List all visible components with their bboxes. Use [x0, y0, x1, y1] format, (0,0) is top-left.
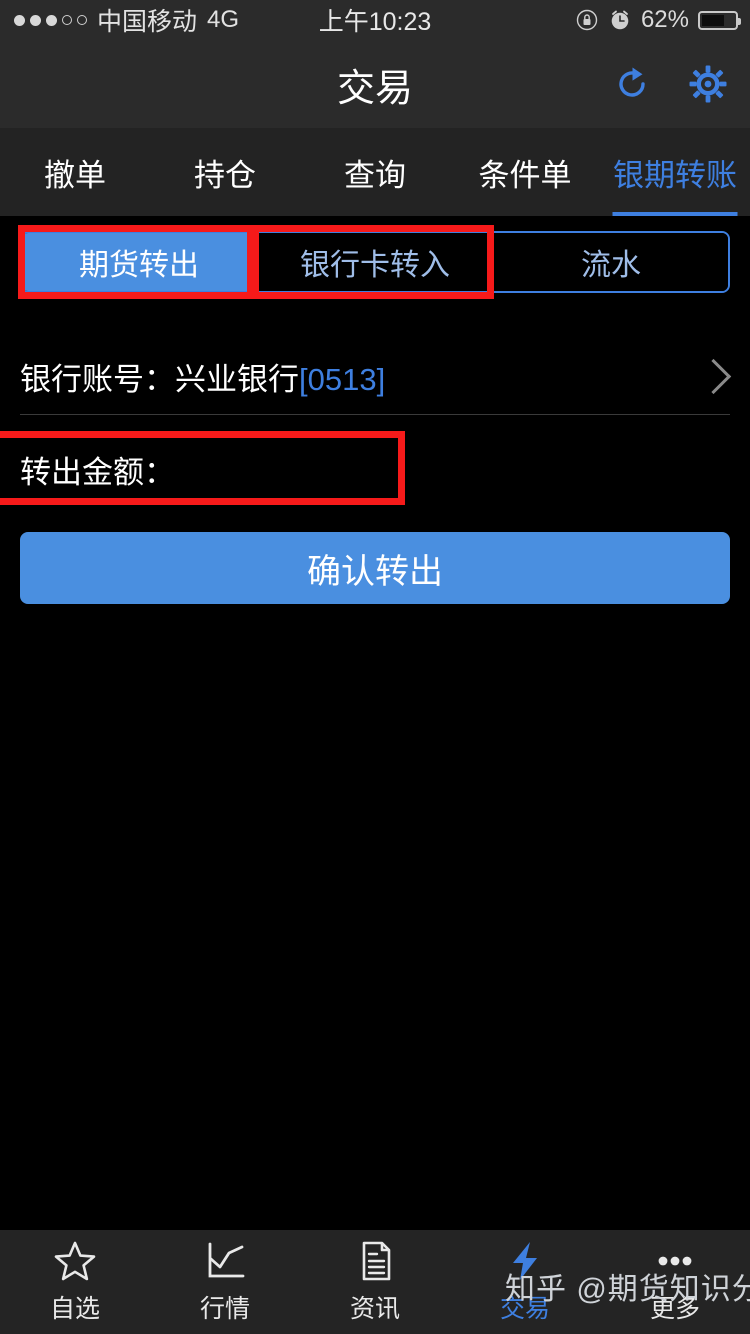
bottom-tab-label: 更多 [649, 1295, 700, 1323]
transfer-mode-segmented-control: 期货转出 银行卡转入 流水 [20, 231, 730, 293]
top-tab-bar: 撤单 持仓 查询 条件单 银期转账 [0, 128, 750, 216]
bottom-tab-jiaoyi[interactable]: 交易 [450, 1230, 600, 1334]
battery-icon [698, 10, 741, 30]
segment-transaction-records[interactable]: 流水 [494, 233, 728, 291]
bank-account-code: [0513] [299, 361, 386, 397]
segment-futures-transfer-out[interactable]: 期货转出 [22, 233, 258, 291]
segment-bank-card-transfer-in[interactable]: 银行卡转入 [258, 233, 494, 291]
row-divider [20, 414, 730, 415]
bottom-tab-zixun[interactable]: 资讯 [300, 1230, 450, 1334]
status-bar-right: 62% [575, 0, 741, 40]
bank-account-label: 银行账号：兴业银行[0513] [20, 354, 385, 399]
bottom-tab-label: 交易 [499, 1295, 550, 1323]
transfer-amount-row: 转出金额： [0, 436, 750, 502]
gear-icon[interactable] [686, 62, 730, 106]
bottom-tab-gengduo[interactable]: 更多 [600, 1230, 750, 1334]
tab-label: 银期转账 [613, 157, 737, 193]
refresh-icon[interactable] [610, 62, 654, 106]
bank-account-row[interactable]: 银行账号：兴业银行[0513] [0, 338, 750, 414]
star-icon [54, 1241, 96, 1281]
transfer-amount-input[interactable] [175, 450, 726, 488]
bottom-tab-hangqing[interactable]: 行情 [150, 1230, 300, 1334]
segment-label: 流水 [581, 249, 641, 282]
rotation-lock-icon [576, 9, 598, 31]
app-screen: 中国移动 4G 上午10:23 62% 交易 撤单 持仓 查询 条件单 银期转账… [0, 0, 750, 1334]
tab-label: 条件单 [478, 157, 572, 193]
bank-account-name: 银行账号：兴业银行 [20, 361, 299, 397]
document-icon [362, 1241, 391, 1281]
transfer-amount-label: 转出金额： [20, 454, 175, 490]
bottom-tab-bar: 自选 行情 资讯 交易 更多 [0, 1230, 750, 1334]
tab-chicang[interactable]: 持仓 [150, 128, 300, 216]
chevron-right-icon[interactable] [695, 358, 732, 394]
segment-label: 期货转出 [79, 249, 199, 282]
bottom-tab-zixuan[interactable]: 自选 [0, 1230, 150, 1334]
confirm-transfer-label: 确认转出 [307, 552, 443, 591]
bottom-tab-label: 资讯 [349, 1295, 400, 1323]
confirm-transfer-button[interactable]: 确认转出 [20, 532, 730, 604]
tab-chaxun[interactable]: 查询 [300, 128, 450, 216]
segment-label: 银行卡转入 [300, 249, 450, 282]
nav-actions [610, 40, 730, 128]
ellipsis-icon [658, 1256, 692, 1266]
tab-tiaojiandan[interactable]: 条件单 [450, 128, 600, 216]
active-tab-underline [612, 212, 738, 216]
bottom-tab-label: 行情 [199, 1295, 250, 1323]
tab-label: 持仓 [194, 157, 256, 193]
bottom-tab-label: 自选 [49, 1295, 100, 1323]
status-bar: 中国移动 4G 上午10:23 62% [0, 0, 750, 40]
tab-label: 查询 [344, 157, 406, 193]
tab-label: 撤单 [44, 157, 106, 193]
line-chart-icon [208, 1242, 245, 1278]
battery-percent-label: 62% [640, 6, 689, 33]
tab-yinqizhuanzhang[interactable]: 银期转账 [600, 128, 750, 216]
alarm-clock-icon [611, 10, 629, 30]
lightning-bolt-icon [513, 1242, 537, 1280]
tab-chedan[interactable]: 撤单 [0, 128, 150, 216]
nav-bar: 交易 [0, 40, 750, 128]
